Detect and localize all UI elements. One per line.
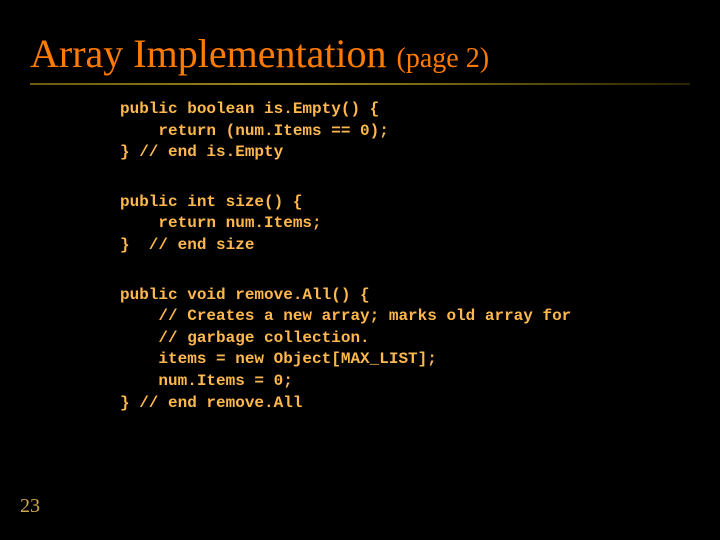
title-row: Array Implementation (page 2) xyxy=(30,30,720,77)
code-block-size: public int size() { return num.Items; } … xyxy=(120,192,720,257)
slide: Array Implementation (page 2) public boo… xyxy=(0,0,720,540)
slide-title: Array Implementation xyxy=(30,30,387,77)
code-block-isempty: public boolean is.Empty() { return (num.… xyxy=(120,99,720,164)
divider xyxy=(30,83,690,85)
code-block-removeall: public void remove.All() { // Creates a … xyxy=(120,285,720,415)
page-number: 23 xyxy=(20,495,40,518)
slide-subtitle: (page 2) xyxy=(397,43,490,75)
